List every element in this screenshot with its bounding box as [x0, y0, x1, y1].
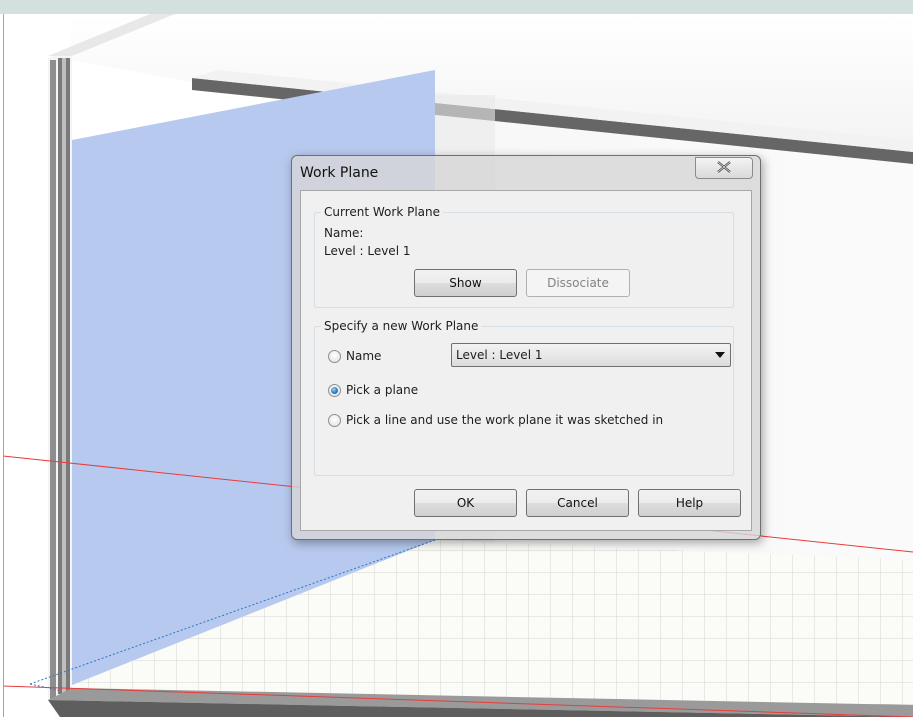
option-name-label: Name [346, 349, 382, 363]
ok-button[interactable]: OK [414, 489, 517, 517]
current-name-value: Level : Level 1 [324, 244, 411, 258]
name-dropdown-value: Level : Level 1 [456, 348, 543, 362]
close-button[interactable] [695, 157, 753, 179]
dialog-title: Work Plane [300, 165, 379, 181]
current-name-label: Name: [324, 226, 364, 240]
option-pick-line[interactable]: Pick a line and use the work plane it wa… [328, 413, 663, 427]
cancel-button[interactable]: Cancel [526, 489, 629, 517]
specify-work-plane-legend: Specify a new Work Plane [321, 319, 482, 333]
viewport-top-strip [0, 0, 913, 14]
dialog-body: Current Work Plane Name: Level : Level 1… [300, 190, 752, 531]
option-pick-plane-label: Pick a plane [346, 383, 419, 397]
option-pick-plane[interactable]: Pick a plane [328, 383, 418, 397]
option-pick-line-label: Pick a line and use the work plane it wa… [346, 413, 664, 427]
current-work-plane-legend: Current Work Plane [321, 205, 443, 219]
work-plane-dialog: Work Plane Current Work Plane Name: Leve… [291, 155, 761, 540]
option-name[interactable]: Name [328, 349, 381, 363]
dropdown-arrow-icon [715, 352, 725, 358]
pick-line-radio[interactable] [328, 413, 341, 427]
show-button[interactable]: Show [414, 269, 517, 297]
pick-plane-radio[interactable] [328, 383, 341, 397]
dissociate-button[interactable]: Dissociate [526, 269, 630, 297]
help-button[interactable]: Help [638, 489, 741, 517]
name-radio[interactable] [328, 349, 341, 363]
name-dropdown[interactable]: Level : Level 1 [451, 343, 731, 367]
current-work-plane-group: Current Work Plane [314, 205, 734, 308]
close-icon [716, 160, 732, 176]
